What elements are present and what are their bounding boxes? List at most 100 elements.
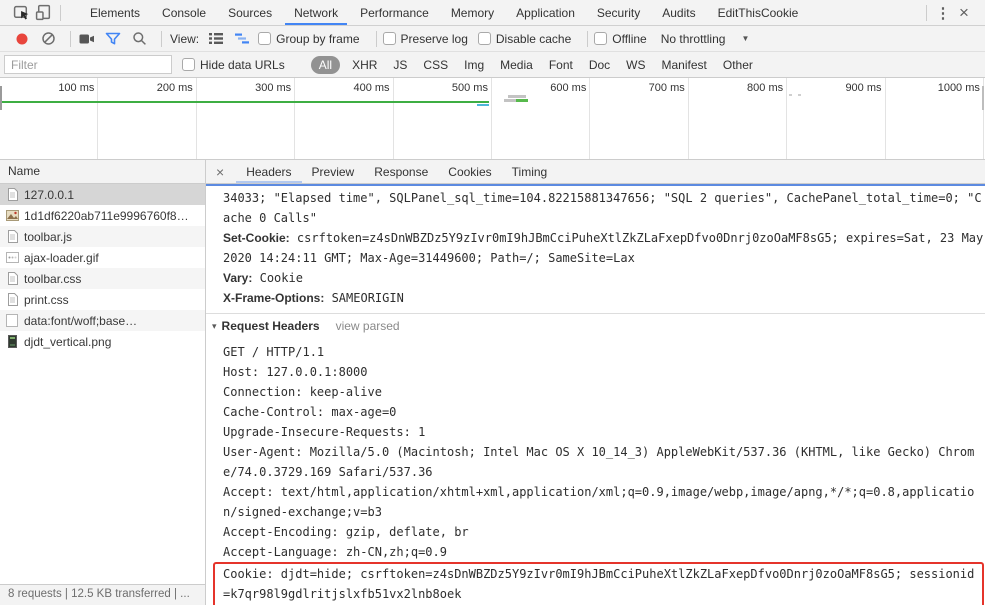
timeline-column: 200 ms [98,78,197,159]
image-icon [5,209,19,223]
inspect-icon[interactable] [10,2,32,24]
close-devtools-icon[interactable]: × [953,3,975,23]
type-filter-xhr[interactable]: XHR [350,56,379,74]
view-label: View: [170,31,200,46]
response-header-line: 34033; "Elapsed time", SQLPanel_sql_time… [223,188,985,228]
main-tab-security[interactable]: Security [588,0,649,25]
request-name: data:font/woff;base… [24,313,138,328]
type-filter-ws[interactable]: WS [624,56,647,74]
preserve-log-label[interactable]: Preserve log [401,32,468,46]
request-row[interactable]: data:font/woff;base… [0,310,205,331]
header-value: SAMEORIGIN [331,291,404,305]
group-by-frame-checkbox[interactable] [258,32,272,45]
filter-input[interactable] [4,55,172,74]
type-filter-doc[interactable]: Doc [587,56,612,74]
request-row[interactable]: djdt_vertical.png [0,331,205,352]
timeline-column: 800 ms [689,78,788,159]
response-headers-block: 34033; "Elapsed time", SQLPanel_sql_time… [223,188,985,308]
waterfall-view-icon[interactable] [232,30,252,48]
main-tab-audits[interactable]: Audits [653,0,704,25]
request-row[interactable]: toolbar.js [0,226,205,247]
hide-data-urls-checkbox[interactable] [182,58,195,71]
main-tab-editthiscookie[interactable]: EditThisCookie [709,0,808,25]
close-detail-icon[interactable]: × [206,160,236,183]
hide-data-urls-label[interactable]: Hide data URLs [200,58,285,72]
request-headers-title[interactable]: Request Headers [222,316,320,336]
header-name: Vary: [223,271,253,285]
type-filter-img[interactable]: Img [462,56,486,74]
network-toolbar: View: Group by frame Preserve log Disabl… [0,26,985,52]
type-filter-media[interactable]: Media [498,56,535,74]
timeline-overview[interactable]: 100 ms 200 ms 300 ms 400 ms 500 ms 600 ms 700 … [0,78,985,160]
type-filter-other[interactable]: Other [721,56,755,74]
request-header-line: Connection: keep-alive [223,385,382,399]
chevron-down-icon: ▼ [741,34,750,43]
request-detail-pane: × Headers Preview Response Cookies Timing 34… [206,160,985,605]
disable-cache-label[interactable]: Disable cache [496,32,571,46]
detail-tab-timing[interactable]: Timing [502,160,558,183]
group-by-frame-label[interactable]: Group by frame [276,32,359,46]
detail-tab-strip: Headers Preview Response Cookies Timing [236,160,557,183]
clear-icon[interactable] [38,30,58,48]
detail-tab-headers[interactable]: Headers [236,160,301,183]
device-toolbar-icon[interactable] [32,2,54,24]
request-header-line: User-Agent: Mozilla/5.0 (Macintosh; Inte… [223,445,975,479]
timeline-mini-bar-green [516,99,528,102]
cookie-highlight-box: Cookie: djdt=hide; csrftoken=z4sDnWBZDz5… [213,562,984,605]
request-row[interactable]: ajax-loader.gif [0,247,205,268]
list-view-icon[interactable] [206,30,226,48]
request-row[interactable]: print.css [0,289,205,310]
timeline-request-dot [789,94,792,96]
screenshot-icon[interactable] [77,30,97,48]
timeline-request-dot [798,94,801,96]
request-name: 1d1df6220ab711e9996760f8… [24,208,189,223]
main-tab-application[interactable]: Application [507,0,584,25]
request-headers-raw-block: GET / HTTP/1.1 Host: 127.0.0.1:8000 Connec… [213,342,985,605]
request-headers-section-header: ▾ Request Headers view parsed [212,316,985,336]
request-header-line: Accept: text/html,application/xhtml+xml,… [223,485,975,519]
request-row[interactable]: 127.0.0.1 [0,184,205,205]
preserve-log-checkbox[interactable] [382,32,396,45]
request-header-line: GET / HTTP/1.1 [223,345,325,359]
type-filter-css[interactable]: CSS [421,56,450,74]
network-main-area: Name 127.0.0.1 1d1df6220ab711e9996760f8… t… [0,160,985,605]
type-filter-font[interactable]: Font [547,56,575,74]
timeline-tick-label: 500 ms [451,82,488,94]
collapse-triangle-icon[interactable]: ▾ [212,316,217,336]
document-icon [5,188,19,202]
plain-file-icon [5,314,19,328]
disable-cache-checkbox[interactable] [477,32,491,45]
request-row[interactable]: toolbar.css [0,268,205,289]
timeline-right-handle[interactable] [982,86,984,110]
name-column-header[interactable]: Name [0,160,205,184]
status-bar: 8 requests | 12.5 KB transferred | ... [0,584,205,605]
filter-funnel-icon[interactable] [103,30,123,48]
detail-tab-preview[interactable]: Preview [302,160,365,183]
main-tab-console[interactable]: Console [153,0,215,25]
request-row[interactable]: 1d1df6220ab711e9996760f8… [0,205,205,226]
type-filter-manifest[interactable]: Manifest [660,56,709,74]
throttling-dropdown[interactable]: No throttling ▼ [661,32,750,46]
timeline-left-handle[interactable] [0,86,2,110]
main-tab-elements[interactable]: Elements [81,0,149,25]
dark-image-icon [5,335,19,349]
detail-tab-response[interactable]: Response [364,160,438,183]
main-tab-performance[interactable]: Performance [351,0,438,25]
record-icon[interactable] [12,30,32,48]
main-tab-memory[interactable]: Memory [442,0,503,25]
main-tab-sources[interactable]: Sources [219,0,281,25]
type-filter-all[interactable]: All [310,55,341,74]
main-tab-network[interactable]: Network [285,0,347,25]
view-parsed-link[interactable]: view parsed [336,316,400,336]
request-header-line: Accept-Language: zh-CN,zh;q=0.9 [223,545,447,559]
search-icon[interactable] [129,30,149,48]
timeline-column: 700 ms [590,78,689,159]
kebab-menu-icon[interactable]: ⋮ [933,4,953,22]
offline-label[interactable]: Offline [612,32,646,46]
header-value: Cookie [259,271,303,285]
request-list-empty-space [0,352,205,584]
type-filter-js[interactable]: JS [391,56,409,74]
header-value: 34033; "Elapsed time", SQLPanel_sql_time… [223,191,982,225]
detail-tab-cookies[interactable]: Cookies [438,160,501,183]
offline-checkbox[interactable] [594,32,608,45]
